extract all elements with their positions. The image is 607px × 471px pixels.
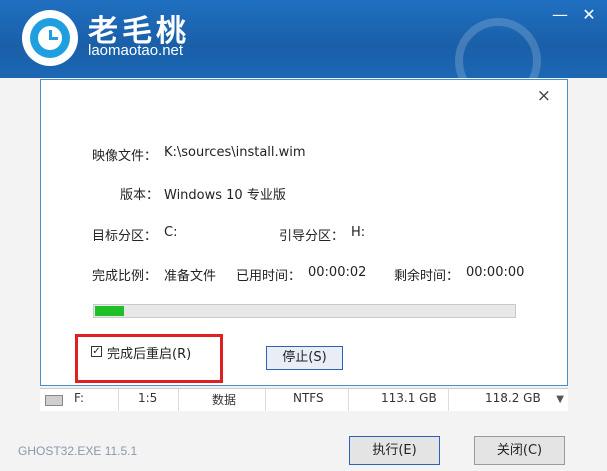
disk-drive-icon [45, 395, 63, 406]
close-button[interactable]: 关闭(C) [474, 436, 565, 465]
stop-button[interactable]: 停止(S) [266, 346, 343, 370]
disk-type: 数据 [212, 393, 237, 407]
version-value: Windows 10 专业版 [164, 188, 286, 203]
disk-index: 1:5 [138, 391, 158, 405]
disk-size-used: 113.1 GB [381, 391, 437, 405]
version-label: 版本： [120, 188, 160, 203]
minimize-button[interactable]: — [549, 4, 571, 26]
completion-value: 准备文件 [164, 269, 217, 284]
completion-label: 完成比例： [92, 269, 158, 284]
window-close-button[interactable]: ✕ [578, 4, 600, 26]
restart-checkbox-label[interactable]: 完成后重启(R) [107, 343, 191, 362]
disk-list-row[interactable]: F: 1:5 数据 NTFS 113.1 GB 118.2 GB ▼ [40, 388, 568, 411]
boot-partition-value: H: [351, 225, 366, 240]
scroll-down-arrow-icon[interactable]: ▼ [556, 394, 564, 405]
image-file-value: K:\sources\install.wim [164, 145, 306, 160]
disk-size-total: 118.2 GB [485, 391, 541, 405]
progress-bar-fill [95, 306, 124, 316]
restart-checkbox[interactable]: ✓ [91, 346, 102, 357]
disk-filesystem: NTFS [293, 391, 324, 405]
remaining-time-label: 剩余时间： [394, 269, 460, 284]
target-partition-label: 目标分区： [92, 229, 158, 244]
dialog-close-button[interactable]: × [537, 86, 551, 106]
version-text: GHOST32.EXE 11.5.1 [18, 444, 138, 458]
brand-url: laomaotao.net [88, 42, 184, 59]
app-header: 老毛桃 laomaotao.net — ✕ [0, 0, 607, 104]
elapsed-time-value: 00:00:02 [308, 265, 367, 280]
remaining-time-value: 00:00:00 [466, 265, 525, 280]
install-progress-dialog: × 映像文件： K:\sources\install.wim 版本： Windo… [40, 79, 568, 386]
progress-bar [93, 304, 516, 318]
logo-clock-icon [22, 10, 78, 66]
elapsed-time-label: 已用时间： [236, 269, 302, 284]
disk-drive-letter: F: [74, 391, 85, 405]
target-partition-value: C: [164, 225, 178, 240]
execute-button[interactable]: 执行(E) [349, 436, 440, 465]
image-file-label: 映像文件： [92, 149, 158, 164]
boot-partition-label: 引导分区： [279, 229, 345, 244]
